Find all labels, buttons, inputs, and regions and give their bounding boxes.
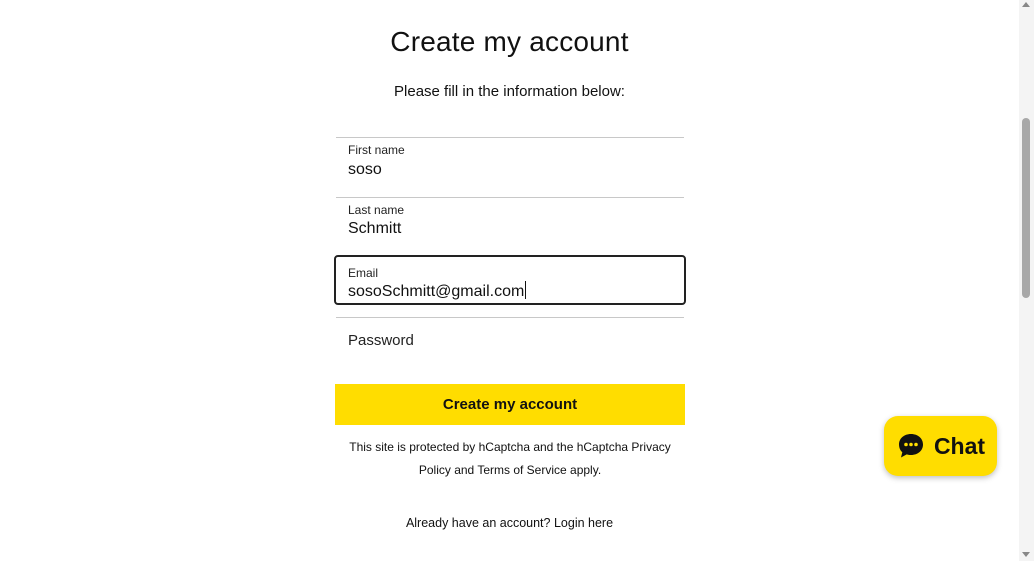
chat-button[interactable]: Chat — [884, 416, 997, 476]
chat-bubble-icon — [896, 431, 926, 461]
login-prompt: Already have an account? — [405, 516, 551, 530]
scroll-up-arrow-icon[interactable] — [1022, 2, 1030, 7]
page-subtitle: Please fill in the information below: — [394, 83, 625, 100]
captcha-notice: This site is protected by hCaptcha and t… — [349, 440, 671, 477]
password-input[interactable]: Password — [348, 332, 414, 349]
first-name-field[interactable]: First name soso — [336, 137, 684, 197]
login-prompt-row: Already have an account? Login here — [0, 516, 1019, 530]
chat-label: Chat — [933, 432, 986, 459]
password-field[interactable]: Password — [336, 317, 684, 369]
login-link[interactable]: Login here — [554, 516, 613, 530]
scroll-down-arrow-icon[interactable] — [1022, 552, 1030, 557]
last-name-label: Last name — [348, 203, 405, 217]
last-name-input[interactable]: Schmitt — [348, 220, 401, 238]
first-name-input[interactable]: soso — [348, 161, 382, 179]
scrollbar-thumb[interactable] — [1022, 118, 1030, 298]
first-name-label: First name — [348, 143, 405, 157]
email-input[interactable]: sosoSchmitt@gmail.com — [348, 281, 527, 301]
email-field[interactable]: Email sosoSchmitt@gmail.com — [334, 255, 686, 305]
create-account-button[interactable]: Create my account — [335, 384, 685, 425]
text-cursor — [525, 281, 527, 299]
email-label: Email — [348, 266, 379, 280]
page-title: Create my account — [390, 26, 629, 57]
page-scrollbar[interactable] — [1019, 0, 1034, 561]
last-name-field[interactable]: Last name Schmitt — [336, 197, 684, 255]
email-value: sosoSchmitt@gmail.com — [348, 283, 525, 300]
account-page: Create my account Please fill in the inf… — [0, 0, 1019, 561]
